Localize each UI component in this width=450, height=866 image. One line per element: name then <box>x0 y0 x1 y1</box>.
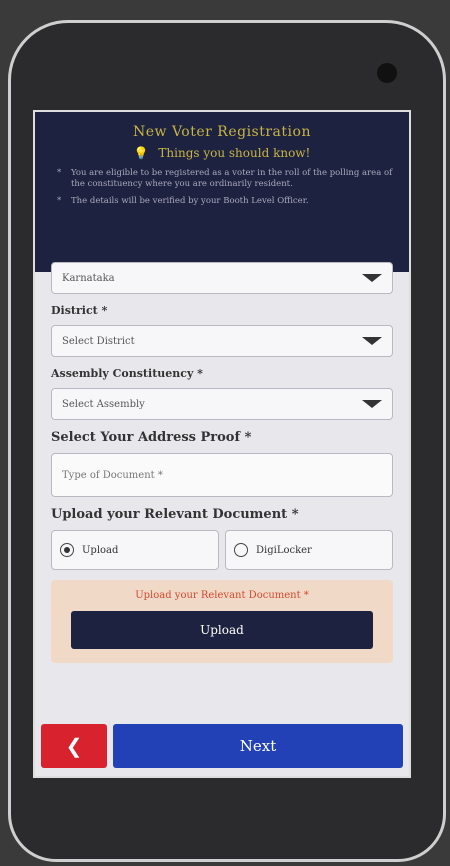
subtitle-text: Things you should know! <box>158 146 311 160</box>
registration-form: Karnataka District * Select District Ass… <box>35 262 409 663</box>
district-label: District * <box>51 304 108 317</box>
state-select[interactable]: Karnataka <box>51 262 393 294</box>
radio-unselected-icon <box>234 543 248 557</box>
assembly-select[interactable]: Select Assembly <box>51 388 393 420</box>
chevron-left-icon: ❮ <box>65 734 83 758</box>
district-select[interactable]: Select District <box>51 325 393 357</box>
upload-panel: Upload your Relevant Document * Upload <box>51 580 393 663</box>
page-title: New Voter Registration <box>133 124 311 140</box>
district-value: Select District <box>62 335 135 347</box>
caret-down-icon <box>362 337 382 345</box>
upload-button[interactable]: Upload <box>71 611 373 649</box>
assembly-label: Assembly Constituency * <box>51 367 203 380</box>
info-subtitle: 💡 Things you should know! <box>35 146 409 160</box>
document-type-placeholder: Type of Document * <box>62 469 163 481</box>
radio-selected-icon <box>60 543 74 557</box>
upload-document-label: Upload your Relevant Document * <box>51 507 299 522</box>
state-value: Karnataka <box>62 272 115 284</box>
caret-down-icon <box>362 400 382 408</box>
next-button[interactable]: Next <box>113 724 403 768</box>
document-type-input[interactable]: Type of Document * <box>51 453 393 497</box>
assembly-value: Select Assembly <box>62 398 145 410</box>
caret-down-icon <box>362 274 382 282</box>
digilocker-radio[interactable]: DigiLocker <box>225 530 393 570</box>
bottom-nav: ❮ Next <box>35 724 409 768</box>
upload-method-group: Upload DigiLocker <box>51 530 393 570</box>
upload-radio[interactable]: Upload <box>51 530 219 570</box>
app-screen: New Voter Registration 💡 Things you shou… <box>33 110 411 778</box>
camera-icon <box>377 63 397 83</box>
address-proof-label: Select Your Address Proof * <box>51 430 252 445</box>
upload-radio-label: Upload <box>82 544 119 556</box>
back-button[interactable]: ❮ <box>41 724 107 768</box>
registration-header: New Voter Registration 💡 Things you shou… <box>35 112 409 272</box>
digilocker-radio-label: DigiLocker <box>256 544 312 556</box>
notes-list: You are eligible to be registered as a v… <box>35 160 409 207</box>
note-item: The details will be verified by your Boo… <box>57 196 395 207</box>
lightbulb-icon: 💡 <box>133 146 149 160</box>
upload-hint: Upload your Relevant Document * <box>135 590 309 601</box>
note-item: You are eligible to be registered as a v… <box>57 168 395 190</box>
